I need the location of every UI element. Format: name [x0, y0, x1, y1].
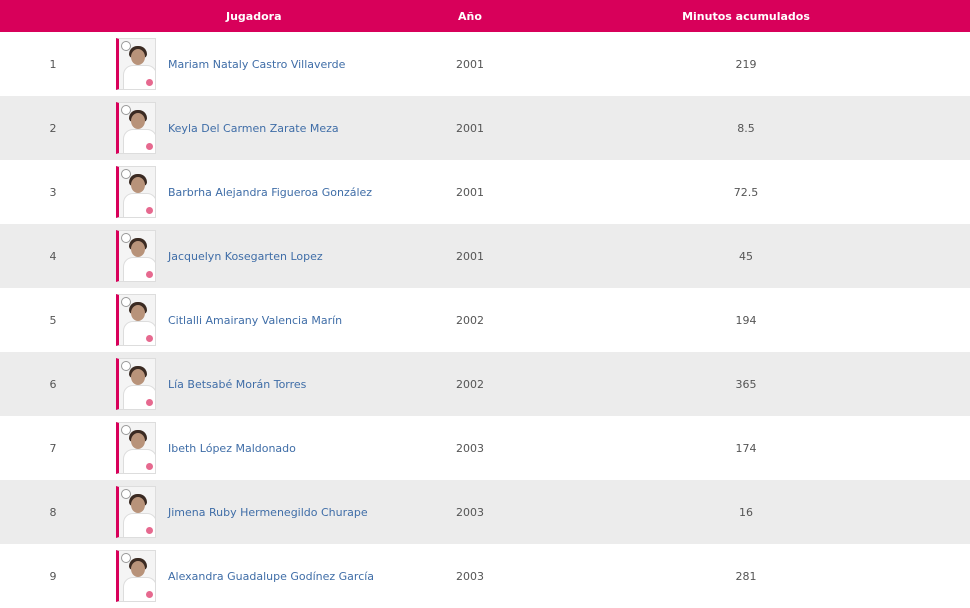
player-photo[interactable]: [116, 102, 156, 154]
table-header: Jugadora Año Minutos acumulados: [0, 0, 970, 32]
team-dot-icon: [145, 334, 154, 343]
player-cell: Citlalli Amairany Valencia Marín: [106, 294, 418, 346]
player-name-link[interactable]: Keyla Del Carmen Zarate Meza: [168, 122, 339, 135]
player-cell: Barbrha Alejandra Figueroa González: [106, 166, 418, 218]
player-name-link[interactable]: Mariam Nataly Castro Villaverde: [168, 58, 345, 71]
player-year: 2001: [456, 57, 484, 71]
row-index: 9: [49, 569, 57, 583]
table-row: 8 Jimena Ruby Hermenegildo Churape 2003 …: [0, 480, 970, 544]
player-name-link[interactable]: Citlalli Amairany Valencia Marín: [168, 314, 342, 327]
player-cell: Mariam Nataly Castro Villaverde: [106, 38, 418, 90]
player-name-link[interactable]: Ibeth López Maldonado: [168, 442, 296, 455]
player-year: 2001: [456, 185, 484, 199]
table-row: 7 Ibeth López Maldonado 2003 174: [0, 416, 970, 480]
players-table: Jugadora Año Minutos acumulados 1 Mariam…: [0, 0, 970, 608]
player-minutes: 219: [735, 57, 757, 71]
player-cell: Lía Betsabé Morán Torres: [106, 358, 418, 410]
player-year: 2003: [456, 569, 484, 583]
player-year: 2002: [456, 377, 484, 391]
table-row: 9 Alexandra Guadalupe Godínez García 200…: [0, 544, 970, 608]
row-index: 5: [49, 313, 57, 327]
player-photo[interactable]: [116, 422, 156, 474]
team-dot-icon: [145, 462, 154, 471]
row-index: 2: [49, 121, 57, 135]
header-year: Año: [458, 9, 482, 23]
player-cell: Ibeth López Maldonado: [106, 422, 418, 474]
player-minutes: 16: [739, 505, 753, 519]
player-photo[interactable]: [116, 486, 156, 538]
player-minutes: 365: [735, 377, 757, 391]
team-dot-icon: [145, 142, 154, 151]
row-index: 7: [49, 441, 57, 455]
player-photo[interactable]: [116, 550, 156, 602]
player-name-link[interactable]: Jacquelyn Kosegarten Lopez: [168, 250, 323, 263]
player-photo[interactable]: [116, 358, 156, 410]
table-row: 2 Keyla Del Carmen Zarate Meza 2001 8.5: [0, 96, 970, 160]
player-year: 2001: [456, 249, 484, 263]
row-index: 3: [49, 185, 57, 199]
player-photo[interactable]: [116, 166, 156, 218]
player-minutes: 281: [735, 569, 757, 583]
player-name-link[interactable]: Barbrha Alejandra Figueroa González: [168, 186, 372, 199]
player-minutes: 72.5: [733, 185, 759, 199]
player-photo[interactable]: [116, 230, 156, 282]
row-index: 1: [49, 57, 57, 71]
player-minutes: 194: [735, 313, 757, 327]
table-row: 4 Jacquelyn Kosegarten Lopez 2001 45: [0, 224, 970, 288]
team-dot-icon: [145, 206, 154, 215]
player-cell: Jimena Ruby Hermenegildo Churape: [106, 486, 418, 538]
team-dot-icon: [145, 398, 154, 407]
team-dot-icon: [145, 590, 154, 599]
table-row: 3 Barbrha Alejandra Figueroa González 20…: [0, 160, 970, 224]
player-year: 2002: [456, 313, 484, 327]
row-index: 6: [49, 377, 57, 391]
player-minutes: 8.5: [737, 121, 755, 135]
player-name-link[interactable]: Lía Betsabé Morán Torres: [168, 378, 306, 391]
team-dot-icon: [145, 526, 154, 535]
player-photo[interactable]: [116, 38, 156, 90]
table-row: 5 Citlalli Amairany Valencia Marín 2002 …: [0, 288, 970, 352]
team-dot-icon: [145, 78, 154, 87]
player-minutes: 174: [735, 441, 757, 455]
player-name-link[interactable]: Jimena Ruby Hermenegildo Churape: [168, 506, 368, 519]
player-name-link[interactable]: Alexandra Guadalupe Godínez García: [168, 570, 374, 583]
player-cell: Jacquelyn Kosegarten Lopez: [106, 230, 418, 282]
header-minutes: Minutos acumulados: [682, 9, 810, 23]
header-player: Jugadora: [226, 9, 282, 23]
table-row: 1 Mariam Nataly Castro Villaverde 2001 2…: [0, 32, 970, 96]
team-dot-icon: [145, 270, 154, 279]
row-index: 4: [49, 249, 57, 263]
player-year: 2003: [456, 441, 484, 455]
player-minutes: 45: [739, 249, 753, 263]
player-year: 2001: [456, 121, 484, 135]
player-cell: Alexandra Guadalupe Godínez García: [106, 550, 418, 602]
player-cell: Keyla Del Carmen Zarate Meza: [106, 102, 418, 154]
player-year: 2003: [456, 505, 484, 519]
player-photo[interactable]: [116, 294, 156, 346]
row-index: 8: [49, 505, 57, 519]
table-row: 6 Lía Betsabé Morán Torres 2002 365: [0, 352, 970, 416]
